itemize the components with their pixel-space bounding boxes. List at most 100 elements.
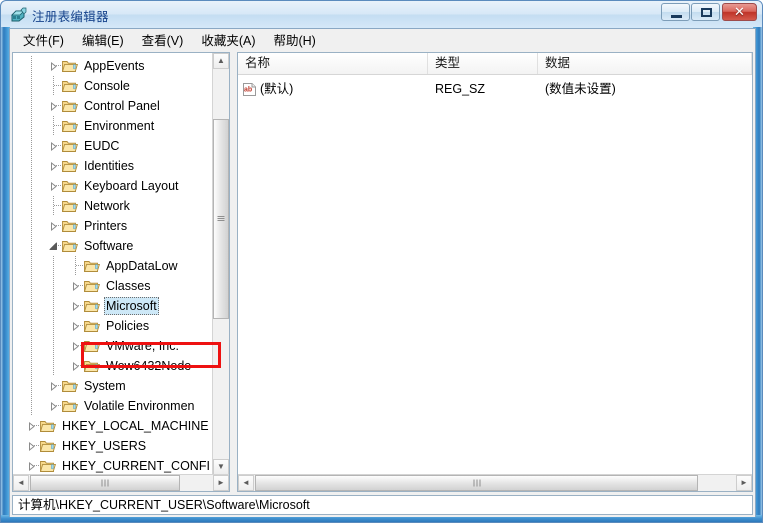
menu-item-view[interactable]: 查看(V): [133, 29, 193, 52]
tree-expand-arrow-icon[interactable]: [49, 222, 58, 231]
tree-item-printers[interactable]: Printers: [13, 216, 213, 236]
tree-item-eudc[interactable]: EUDC: [13, 136, 213, 156]
tree-item-label[interactable]: Console: [82, 78, 132, 94]
tree-item-keyboard-layout[interactable]: Keyboard Layout: [13, 176, 213, 196]
tree-expand-arrow-icon[interactable]: [49, 162, 58, 171]
tree-item-label[interactable]: VMware, Inc.: [104, 338, 181, 354]
tree-expand-arrow-icon[interactable]: [49, 62, 58, 71]
chevron-left-icon: ◄: [242, 478, 250, 487]
tree-scroll-right-button[interactable]: ►: [213, 475, 229, 491]
tree-scroll-left-button[interactable]: ◄: [13, 475, 29, 491]
tree-item-label[interactable]: AppDataLow: [104, 258, 180, 274]
menu-item-favorites[interactable]: 收藏夹(A): [192, 29, 264, 52]
tree-expand-arrow-icon[interactable]: [49, 402, 58, 411]
tree-guide-line: [53, 116, 54, 136]
tree-expand-arrow-icon[interactable]: [27, 422, 36, 431]
maximize-button[interactable]: [691, 3, 720, 21]
tree-item-system[interactable]: System: [13, 376, 213, 396]
tree-item-microsoft[interactable]: Microsoft: [13, 296, 213, 316]
tree-item-label[interactable]: System: [82, 378, 128, 394]
tree-item-label[interactable]: Volatile Environmen: [82, 398, 196, 414]
tree-item-label[interactable]: Wow6432Node: [104, 358, 193, 374]
tree-guide-line: [53, 356, 54, 376]
menu-item-edit[interactable]: 编辑(E): [73, 29, 133, 52]
tree-guide-line: [31, 176, 32, 196]
menu-item-file[interactable]: 文件(F): [14, 29, 73, 52]
tree-item-label[interactable]: Keyboard Layout: [82, 178, 181, 194]
tree-item-classes[interactable]: Classes: [13, 276, 213, 296]
scroll-grip-icon: [473, 479, 480, 487]
folder-icon: [62, 239, 79, 253]
tree-item-label[interactable]: Printers: [82, 218, 129, 234]
tree-item-label[interactable]: HKEY_LOCAL_MACHINE: [60, 418, 211, 434]
tree-vertical-scrollbar[interactable]: ▲ ▼: [212, 53, 229, 476]
tree-item-environment[interactable]: Environment: [13, 116, 213, 136]
tree-expand-arrow-icon[interactable]: [27, 462, 36, 471]
tree-item-label[interactable]: Policies: [104, 318, 151, 334]
column-header-name[interactable]: 名称: [238, 53, 428, 74]
tree-expand-arrow-icon[interactable]: [49, 142, 58, 151]
value-type-cell: REG_SZ: [435, 82, 486, 96]
table-row[interactable]: ab (默认) REG_SZ (数值未设置): [238, 80, 752, 99]
tree-expand-arrow-icon[interactable]: [27, 442, 36, 451]
folder-icon: [62, 199, 79, 213]
registry-tree[interactable]: AppEvents Console Control Panel Environment…: [13, 53, 213, 477]
column-header-type[interactable]: 类型: [428, 53, 538, 74]
tree-item-console[interactable]: Console: [13, 76, 213, 96]
tree-item-policies[interactable]: Policies: [13, 316, 213, 336]
tree-item-label[interactable]: Environment: [82, 118, 156, 134]
title-bar[interactable]: 注册表编辑器 ✕: [1, 1, 762, 28]
tree-item-vmware-inc[interactable]: VMware, Inc.: [13, 336, 213, 356]
tree-item-label[interactable]: HKEY_CURRENT_CONFI: [60, 458, 212, 474]
tree-expand-arrow-icon[interactable]: [49, 182, 58, 191]
tree-expand-arrow-icon[interactable]: [71, 302, 80, 311]
tree-item-wow6432node[interactable]: Wow6432Node: [13, 356, 213, 376]
tree-collapse-arrow-icon[interactable]: [49, 242, 58, 251]
tree-item-label[interactable]: Network: [82, 198, 132, 214]
tree-item-software[interactable]: Software: [13, 236, 213, 256]
tree-item-label[interactable]: Software: [82, 238, 135, 254]
tree-item-label[interactable]: Control Panel: [82, 98, 162, 114]
list-horizontal-scrollbar[interactable]: ◄ ►: [238, 474, 752, 491]
tree-expand-arrow-icon[interactable]: [71, 322, 80, 331]
svg-text:ab: ab: [244, 86, 252, 93]
tree-expand-arrow-icon[interactable]: [71, 282, 80, 291]
list-scroll-left-button[interactable]: ◄: [238, 475, 254, 491]
chevron-right-icon: ►: [740, 478, 748, 487]
close-icon: ✕: [734, 4, 745, 19]
tree-scroll-thumb[interactable]: [213, 119, 229, 319]
tree-item-identities[interactable]: Identities: [13, 156, 213, 176]
tree-item-network[interactable]: Network: [13, 196, 213, 216]
minimize-button[interactable]: [661, 3, 690, 21]
tree-expand-arrow-icon[interactable]: [71, 362, 80, 371]
tree-expand-arrow-icon[interactable]: [49, 382, 58, 391]
folder-icon: [62, 219, 79, 233]
list-hscroll-thumb[interactable]: [255, 475, 698, 491]
menu-item-help[interactable]: 帮助(H): [264, 29, 324, 52]
folder-icon: [84, 359, 101, 373]
tree-item-label[interactable]: Classes: [104, 278, 152, 294]
tree-expand-arrow-icon[interactable]: [71, 342, 80, 351]
tree-expand-arrow-icon[interactable]: [49, 102, 58, 111]
tree-item-label[interactable]: EUDC: [82, 138, 121, 154]
tree-item-hkey-local-machine[interactable]: HKEY_LOCAL_MACHINE: [13, 416, 213, 436]
close-button[interactable]: ✕: [722, 3, 757, 21]
tree-item-appevents[interactable]: AppEvents: [13, 56, 213, 76]
tree-item-appdatalow[interactable]: AppDataLow: [13, 256, 213, 276]
tree-hscroll-thumb[interactable]: [30, 475, 180, 491]
tree-item-label[interactable]: Microsoft: [104, 297, 159, 315]
tree-scroll-up-button[interactable]: ▲: [213, 53, 229, 69]
tree-item-label[interactable]: Identities: [82, 158, 136, 174]
tree-item-volatile-environmen[interactable]: Volatile Environmen: [13, 396, 213, 416]
tree-scroll-down-button[interactable]: ▼: [213, 459, 229, 475]
list-scroll-right-button[interactable]: ►: [736, 475, 752, 491]
tree-item-hkey-users[interactable]: HKEY_USERS: [13, 436, 213, 456]
tree-item-label[interactable]: AppEvents: [82, 58, 146, 74]
tree-item-control-panel[interactable]: Control Panel: [13, 96, 213, 116]
tree-item-hkey-current-confi[interactable]: HKEY_CURRENT_CONFI: [13, 456, 213, 476]
chevron-up-icon: ▲: [217, 56, 225, 65]
tree-item-label[interactable]: HKEY_USERS: [60, 438, 148, 454]
column-header-data[interactable]: 数据: [538, 53, 752, 74]
folder-icon: [62, 119, 79, 133]
tree-horizontal-scrollbar[interactable]: ◄ ►: [13, 474, 229, 491]
